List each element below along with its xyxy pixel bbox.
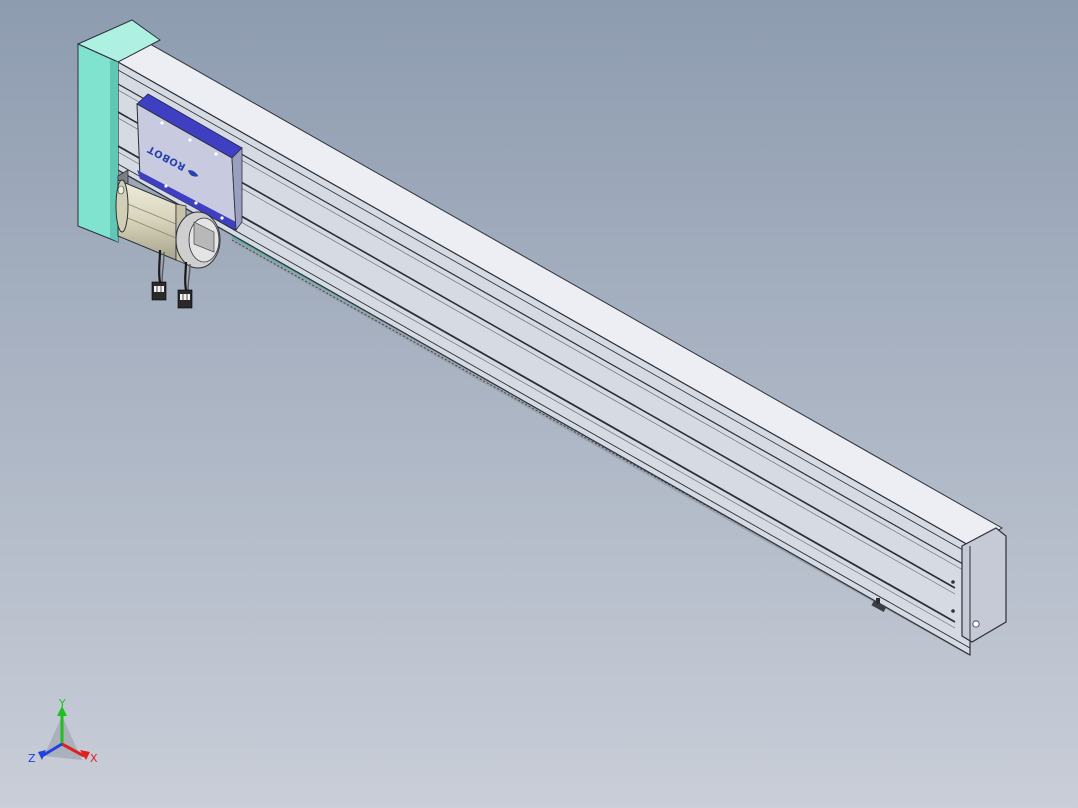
- motor-power-connector[interactable]: [151, 281, 167, 301]
- model-canvas[interactable]: ROBOT Y X Z: [0, 0, 1078, 808]
- z-axis-label: Z: [28, 752, 36, 765]
- motor-brake: [175, 211, 221, 269]
- y-axis-label: Y: [58, 697, 66, 710]
- cad-viewport[interactable]: ROBOT Y X Z: [0, 0, 1078, 808]
- motor-encoder-connector[interactable]: [177, 289, 193, 309]
- x-axis-label: X: [90, 752, 98, 765]
